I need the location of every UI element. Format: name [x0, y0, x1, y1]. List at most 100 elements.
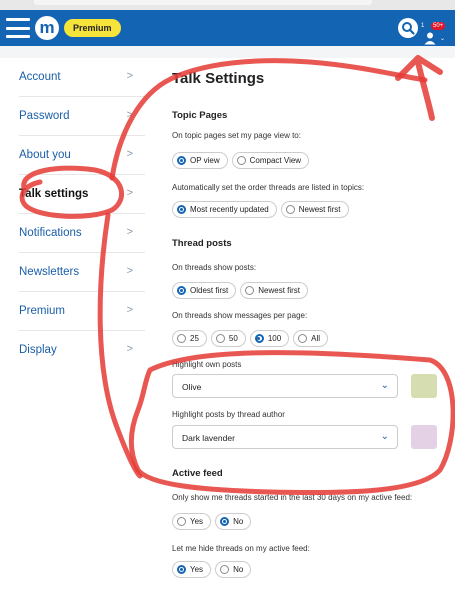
radio-label: No	[233, 565, 244, 574]
chevron-right-icon: >	[126, 343, 133, 355]
sidebar-item-label: Notifications	[19, 227, 82, 239]
radio-dot	[177, 286, 186, 295]
sidebar-item-talk-settings[interactable]: Talk settings >	[19, 175, 145, 214]
page-title: Talk Settings	[172, 70, 265, 87]
radio-25[interactable]: 25	[172, 330, 207, 347]
radio-dot	[220, 565, 230, 574]
radio-hide-no[interactable]: No	[215, 561, 252, 578]
radio-hide-yes[interactable]: Yes	[172, 561, 212, 578]
author-posts-select[interactable]: Dark lavender ⌄	[172, 425, 398, 449]
browser-url-strip	[0, 0, 455, 10]
radio-dot	[254, 334, 264, 343]
user-badge: 50+	[431, 22, 446, 30]
section-topic-pages: Topic Pages	[172, 110, 228, 121]
author-posts-description: Highlight posts by thread author	[172, 410, 285, 419]
radio-compact-view[interactable]: Compact View	[231, 152, 310, 169]
user-icon[interactable]	[423, 31, 437, 45]
view-radio-group: OP view Compact View	[172, 152, 310, 169]
radio-dot	[245, 286, 255, 295]
radio-all[interactable]: All	[293, 330, 329, 347]
radio-op-view[interactable]: OP view	[172, 152, 228, 169]
own-posts-description: Highlight own posts	[172, 360, 242, 369]
notification-count: 1	[421, 23, 425, 29]
radio-100[interactable]: 100	[249, 330, 290, 347]
radio-dot	[298, 334, 308, 343]
radio-label: Yes	[190, 517, 204, 526]
chevron-down-icon[interactable]: ⌄	[440, 35, 445, 42]
sidebar-item-notifications[interactable]: Notifications >	[19, 214, 145, 253]
sidebar-item-label: Talk settings	[19, 188, 89, 200]
radio-dot	[220, 517, 230, 526]
menu-icon[interactable]	[6, 18, 30, 38]
own-posts-select[interactable]: Olive ⌄	[172, 374, 398, 398]
hide-threads-description: Let me hide threads on my active feed:	[172, 544, 310, 553]
chevron-right-icon: >	[126, 226, 133, 238]
show-posts-description: On threads show posts:	[172, 263, 257, 272]
recent-threads-radio-group: Yes No	[172, 513, 252, 530]
sidebar-item-premium[interactable]: Premium >	[19, 292, 145, 331]
sidebar-item-about-you[interactable]: About you >	[19, 136, 145, 175]
sidebar-item-password[interactable]: Password >	[19, 97, 145, 136]
radio-dot	[285, 205, 295, 214]
radio-label: Yes	[190, 565, 204, 574]
radio-label: 25	[190, 334, 199, 343]
radio-dot	[236, 156, 246, 165]
radio-label: 50	[228, 334, 238, 343]
sidebar-item-label: Newsletters	[19, 266, 80, 278]
radio-dot	[215, 334, 225, 343]
order-description: Automatically set the order threads are …	[172, 183, 365, 192]
author-posts-value: Dark lavender	[182, 433, 235, 443]
radio-label: Compact View	[249, 156, 302, 165]
radio-dot	[177, 205, 186, 214]
radio-dot	[177, 156, 186, 165]
radio-label: All	[311, 334, 321, 343]
sidebar-item-label: Display	[19, 344, 57, 356]
chevron-right-icon: >	[126, 109, 133, 121]
settings-sidebar: Account > Password > About you > Talk setti…	[0, 58, 145, 370]
radio-dot	[177, 334, 186, 343]
radio-oldest-first[interactable]: Oldest first	[172, 282, 237, 299]
radio-label: No	[233, 517, 244, 526]
sidebar-item-newsletters[interactable]: Newsletters >	[19, 253, 145, 292]
radio-50[interactable]: 50	[210, 330, 246, 347]
radio-label: 100	[267, 334, 282, 343]
radio-label: Oldest first	[190, 286, 229, 295]
search-icon[interactable]	[398, 18, 418, 38]
hide-threads-radio-group: Yes No	[172, 561, 252, 578]
chevron-right-icon: >	[126, 148, 133, 160]
radio-recent-no[interactable]: No	[215, 513, 252, 530]
top-bar: m Premium 1 50+ ⌄	[0, 10, 455, 46]
chevron-right-icon: >	[126, 70, 133, 82]
section-thread-posts: Thread posts	[172, 238, 232, 249]
sidebar-item-label: Password	[19, 110, 70, 122]
chevron-right-icon: >	[126, 265, 133, 277]
recent-threads-description: Only show me threads started in the last…	[172, 493, 413, 502]
view-description: On topic pages set my page view to:	[172, 131, 301, 140]
chevron-right-icon: >	[126, 304, 133, 316]
radio-newest-first-posts[interactable]: Newest first	[240, 282, 309, 299]
url-bar[interactable]	[34, 0, 372, 5]
sidebar-item-account[interactable]: Account >	[19, 58, 145, 97]
chevron-right-icon: >	[126, 187, 133, 199]
radio-newest-first[interactable]: Newest first	[280, 201, 349, 218]
radio-most-recently-updated[interactable]: Most recently updated	[172, 201, 277, 218]
radio-label: Newest first	[298, 205, 341, 214]
radio-label: Most recently updated	[190, 205, 269, 214]
author-posts-color-swatch	[411, 425, 437, 449]
per-page-radio-group: 25 50 100 All	[172, 330, 329, 347]
section-active-feed: Active feed	[172, 468, 223, 479]
sidebar-item-display[interactable]: Display >	[19, 331, 145, 370]
premium-badge[interactable]: Premium	[64, 19, 121, 37]
radio-recent-yes[interactable]: Yes	[172, 513, 212, 530]
radio-dot	[177, 565, 186, 574]
site-logo[interactable]: m	[35, 16, 59, 40]
chevron-down-icon: ⌄	[380, 380, 389, 391]
per-page-description: On threads show messages per page:	[172, 311, 308, 320]
sidebar-item-label: About you	[19, 149, 71, 161]
own-posts-color-swatch	[411, 374, 437, 398]
chevron-down-icon: ⌄	[380, 431, 389, 442]
own-posts-value: Olive	[182, 382, 202, 392]
show-posts-radio-group: Oldest first Newest first	[172, 282, 309, 299]
sidebar-item-label: Account	[19, 71, 61, 83]
order-radio-group: Most recently updated Newest first	[172, 201, 349, 218]
